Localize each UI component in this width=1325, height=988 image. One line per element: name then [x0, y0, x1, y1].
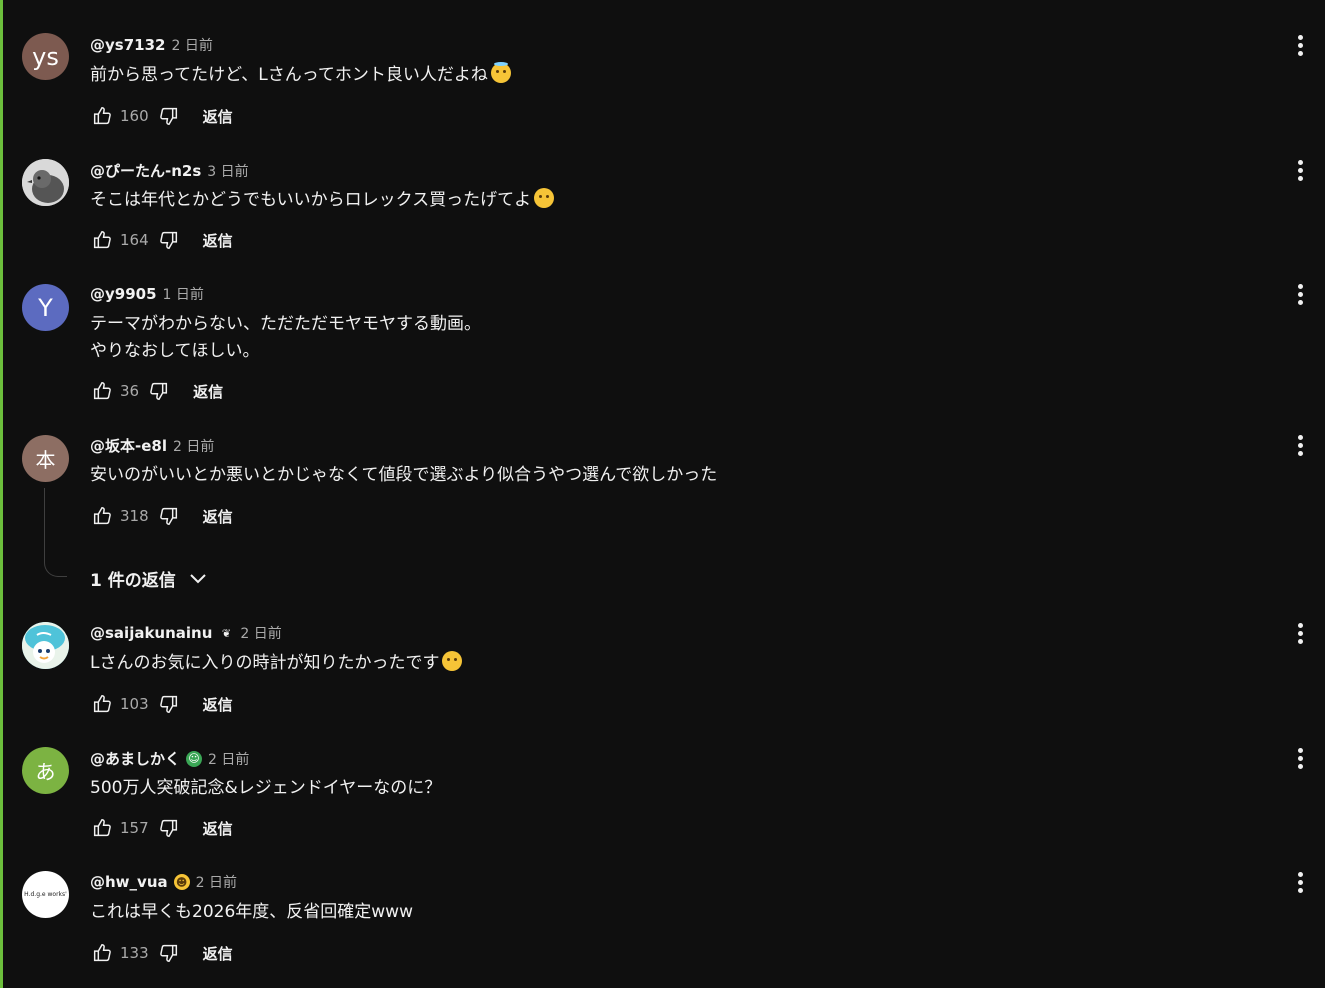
- like-count: 133: [120, 944, 149, 962]
- dislike-icon[interactable]: [157, 504, 181, 528]
- like-icon[interactable]: [90, 692, 114, 716]
- show-replies-button[interactable]: 1 件の返信: [90, 566, 210, 591]
- comment-author[interactable]: @ぴーたん-n2s: [90, 160, 201, 181]
- comment-time[interactable]: 1 日前: [163, 284, 204, 304]
- dislike-icon[interactable]: [157, 228, 181, 252]
- comment-line: そこは年代とかどうでもいいからロレックス買ったげてよ: [90, 190, 532, 210]
- comment-text: Lさんのお気に入りの時計が知りたかったです: [90, 650, 463, 677]
- bird-photo-avatar-icon: [22, 159, 69, 206]
- comment-author[interactable]: @hw_vua: [90, 873, 168, 891]
- cartoon-character-avatar-icon: [22, 622, 69, 669]
- more-options-icon[interactable]: [1288, 282, 1312, 306]
- comment-line: これは早くも2026年度、反省回確定www: [90, 902, 413, 922]
- member-badge-icon: ❦: [221, 626, 232, 640]
- reply-button[interactable]: 返信: [203, 106, 233, 127]
- like-icon[interactable]: [90, 104, 114, 128]
- like-icon[interactable]: [90, 228, 114, 252]
- comment-time[interactable]: 2 日前: [240, 623, 281, 643]
- avatar-initials: ys: [32, 42, 59, 71]
- comment-text: テーマがわからない、ただただモヤモヤする動画。 やりなおしてほしい。: [90, 311, 481, 365]
- pleading-face-emoji-icon: [442, 651, 463, 671]
- comment-author[interactable]: @坂本-e8l: [90, 435, 167, 456]
- comments-list: ys @ys7132 2 日前 前から思ってたけど、Lさんってホント良い人だよね…: [0, 0, 1325, 988]
- avatar[interactable]: [22, 159, 69, 206]
- more-options-icon[interactable]: [1288, 33, 1312, 57]
- comment-time[interactable]: 2 日前: [196, 872, 237, 892]
- comment-time[interactable]: 2 日前: [171, 35, 212, 55]
- more-options-icon[interactable]: [1288, 870, 1312, 894]
- like-count: 103: [120, 695, 149, 713]
- reply-button[interactable]: 返信: [193, 381, 223, 402]
- avatar[interactable]: 本: [22, 435, 69, 482]
- comment-text: そこは年代とかどうでもいいからロレックス買ったげてよ: [90, 187, 555, 214]
- dislike-icon[interactable]: [147, 379, 171, 403]
- like-count: 157: [120, 819, 149, 837]
- avatar[interactable]: [22, 622, 69, 669]
- more-options-icon[interactable]: [1288, 158, 1312, 182]
- reply-button[interactable]: 返信: [203, 506, 233, 527]
- dislike-icon[interactable]: [157, 816, 181, 840]
- reply-button[interactable]: 返信: [203, 230, 233, 251]
- like-icon[interactable]: [90, 941, 114, 965]
- smiling-halo-emoji-icon: [490, 62, 511, 83]
- comment-line: やりなおしてほしい。: [90, 341, 260, 361]
- member-badge-icon: ☺: [186, 750, 203, 767]
- more-options-icon[interactable]: [1288, 621, 1312, 645]
- dislike-icon[interactable]: [157, 692, 181, 716]
- reply-button[interactable]: 返信: [203, 943, 233, 964]
- dislike-icon[interactable]: [157, 941, 181, 965]
- like-count: 36: [120, 382, 140, 400]
- comment-time[interactable]: 2 日前: [208, 749, 249, 769]
- avatar[interactable]: ys: [22, 33, 69, 80]
- comment-time[interactable]: 3 日前: [207, 161, 248, 181]
- like-count: 318: [120, 507, 149, 525]
- dislike-icon[interactable]: [157, 104, 181, 128]
- reply-button[interactable]: 返信: [203, 818, 233, 839]
- thread-connector-line: [44, 488, 67, 577]
- avatar-initials: Y: [38, 293, 53, 322]
- member-badge-icon: ☻: [173, 874, 190, 890]
- like-icon[interactable]: [90, 379, 114, 403]
- comment-author[interactable]: @ys7132: [90, 36, 165, 54]
- comment-author[interactable]: @saijakunainu: [90, 624, 212, 642]
- avatar[interactable]: H.d.g.e works': [22, 871, 69, 918]
- like-count: 164: [120, 231, 149, 249]
- comment-line: 安いのがいいとか悪いとかじゃなくて値段で選ぶより似合うやつ選んで欲しかった: [90, 465, 718, 485]
- like-icon[interactable]: [90, 816, 114, 840]
- comment-text: 500万人突破記念&レジェンドイヤーなのに？: [90, 775, 441, 802]
- avatar-initials: 本: [35, 448, 56, 472]
- avatar-logo-text: H.d.g.e works': [24, 891, 67, 898]
- reply-button[interactable]: 返信: [203, 694, 233, 715]
- comment-text: 安いのがいいとか悪いとかじゃなくて値段で選ぶより似合うやつ選んで欲しかった: [90, 462, 717, 489]
- comment-text: 前から思ってたけど、Lさんってホント良い人だよね: [90, 62, 511, 89]
- replies-count-label: 1 件の返信: [90, 571, 176, 591]
- comment-line: 前から思ってたけど、Lさんってホント良い人だよね: [90, 65, 488, 85]
- like-icon[interactable]: [90, 504, 114, 528]
- avatar[interactable]: Y: [22, 284, 69, 331]
- comment-line: テーマがわからない、ただただモヤモヤする動画。: [90, 314, 481, 334]
- comment-author[interactable]: @y9905: [90, 285, 157, 303]
- comment-line: 500万人突破記念&レジェンドイヤーなのに？: [90, 778, 442, 798]
- like-count: 160: [120, 107, 149, 125]
- more-options-icon[interactable]: [1288, 433, 1312, 457]
- comment-text: これは早くも2026年度、反省回確定www: [90, 899, 413, 926]
- chevron-down-icon: [190, 573, 206, 583]
- comment-line: Lさんのお気に入りの時計が知りたかったです: [90, 653, 440, 673]
- comment-author[interactable]: @あましかく: [90, 748, 180, 769]
- avatar[interactable]: あ: [22, 747, 69, 794]
- avatar-initials: あ: [35, 760, 56, 784]
- pleading-face-emoji-icon: [534, 188, 555, 208]
- comment-time[interactable]: 2 日前: [173, 436, 214, 456]
- more-options-icon[interactable]: [1288, 746, 1312, 770]
